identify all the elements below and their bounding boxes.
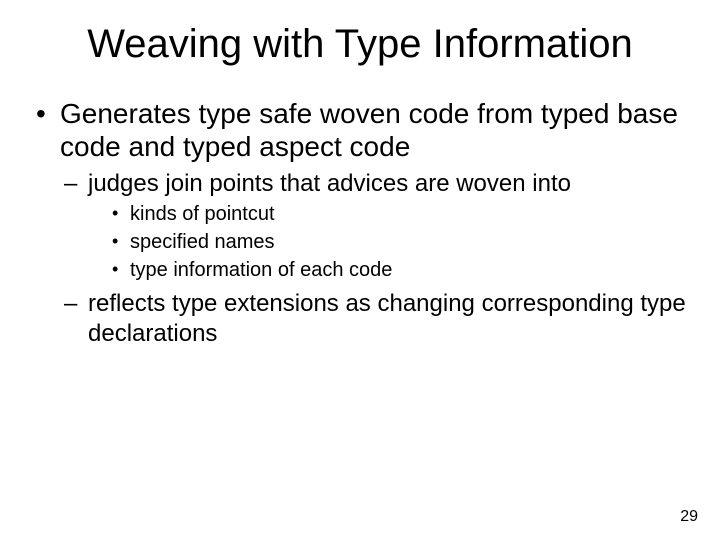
page-number: 29 <box>680 508 698 526</box>
slide-title: Weaving with Type Information <box>0 0 720 67</box>
bullet-text: reflects type extensions as changing cor… <box>88 290 686 346</box>
bullet-text: kinds of pointcut <box>130 203 275 225</box>
bullet-list-level2: judges join points that advices are wove… <box>60 169 690 348</box>
bullet-item: Generates type safe woven code from type… <box>30 97 690 348</box>
bullet-item: specified names <box>108 230 690 255</box>
bullet-item: reflects type extensions as changing cor… <box>60 289 690 348</box>
bullet-text: type information of each code <box>130 259 392 281</box>
bullet-item: kinds of pointcut <box>108 202 690 227</box>
slide: Weaving with Type Information Generates … <box>0 0 720 540</box>
bullet-item: type information of each code <box>108 258 690 283</box>
bullet-text: judges join points that advices are wove… <box>88 170 571 197</box>
bullet-text: specified names <box>130 231 275 253</box>
bullet-item: judges join points that advices are wove… <box>60 169 690 283</box>
bullet-list-level3: kinds of pointcut specified names type i… <box>88 202 690 283</box>
slide-body: Generates type safe woven code from type… <box>0 67 720 348</box>
bullet-text: Generates type safe woven code from type… <box>60 98 678 162</box>
bullet-list-level1: Generates type safe woven code from type… <box>30 97 690 348</box>
